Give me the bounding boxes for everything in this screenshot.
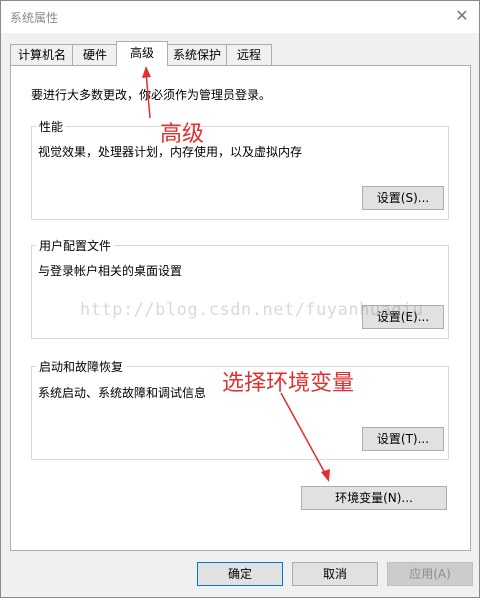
environment-variables-button[interactable]: 环境变量(N)... <box>301 486 447 510</box>
tab-hardware[interactable]: 硬件 <box>72 44 118 65</box>
user-profiles-group: 用户配置文件 与登录帐户相关的桌面设置 设置(E)... <box>31 237 449 339</box>
apply-button[interactable]: 应用(A) <box>387 562 473 586</box>
startup-recovery-settings-button[interactable]: 设置(T)... <box>362 427 444 451</box>
user-profiles-desc: 与登录帐户相关的桌面设置 <box>38 264 183 278</box>
performance-settings-button[interactable]: 设置(S)... <box>362 186 444 210</box>
cancel-button[interactable]: 取消 <box>292 562 378 586</box>
tab-remote[interactable]: 远程 <box>226 44 272 65</box>
ok-button[interactable]: 确定 <box>197 562 283 586</box>
tab-computer-name[interactable]: 计算机名 <box>10 44 74 65</box>
close-icon[interactable]: ✕ <box>453 7 471 25</box>
annotation-advanced-tab: 高级 <box>160 122 205 147</box>
admin-notice: 要进行大多数更改，你必须作为管理员登录。 <box>31 88 272 102</box>
tab-system-protection[interactable]: 系统保护 <box>166 44 228 65</box>
performance-group-title: 性能 <box>36 118 67 135</box>
startup-recovery-desc: 系统启动、系统故障和调试信息 <box>38 386 207 400</box>
performance-group: 性能 视觉效果，处理器计划，内存使用，以及虚拟内存 设置(S)... <box>31 118 449 220</box>
tab-advanced[interactable]: 高级 <box>116 41 168 66</box>
user-profiles-group-title: 用户配置文件 <box>36 237 115 254</box>
annotation-environment-variables: 选择环境变量 <box>222 371 355 396</box>
system-properties-window: 系统属性 ✕ 计算机名 硬件 高级 系统保护 远程 要进行大多数更改，你必须作为… <box>0 0 480 598</box>
startup-recovery-group-title: 启动和故障恢复 <box>36 358 127 375</box>
window-title: 系统属性 <box>10 11 59 25</box>
title-bar: 系统属性 ✕ <box>1 1 479 33</box>
watermark-text: http://blog.csdn.net/fuyanhuaqiu <box>80 300 424 320</box>
